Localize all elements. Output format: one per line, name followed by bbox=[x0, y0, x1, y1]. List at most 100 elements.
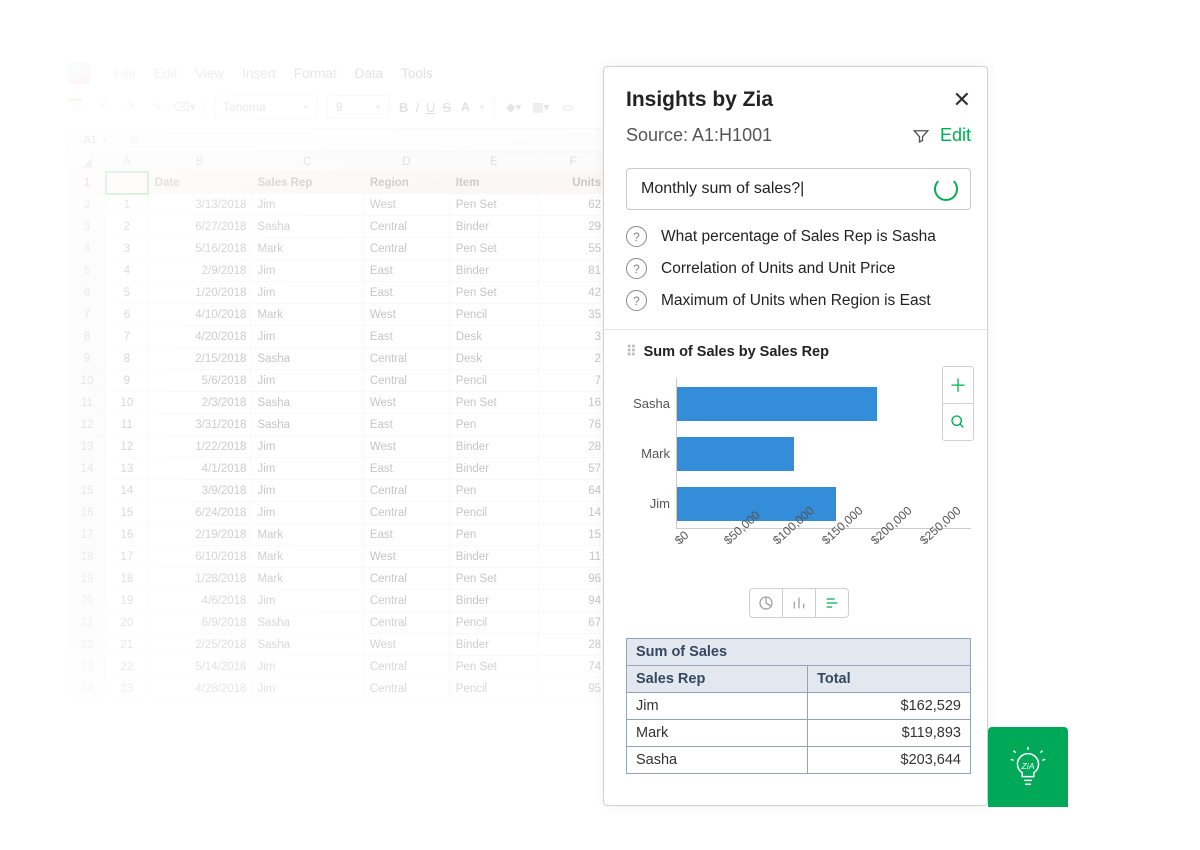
cell[interactable]: Pen Set bbox=[449, 282, 538, 304]
row-header[interactable]: 19 bbox=[69, 568, 106, 590]
cell[interactable]: Sasha bbox=[251, 612, 363, 634]
cell[interactable]: Central bbox=[363, 348, 449, 370]
cell[interactable]: East bbox=[363, 524, 449, 546]
row-header[interactable]: 13 bbox=[69, 436, 106, 458]
cell[interactable]: Jim bbox=[251, 370, 363, 392]
cell[interactable]: 20 bbox=[106, 612, 149, 634]
cell[interactable]: 2/9/2018 bbox=[148, 260, 251, 282]
cell[interactable]: 96 bbox=[538, 568, 607, 590]
cell[interactable]: 6/9/2018 bbox=[148, 612, 251, 634]
col-header[interactable]: D bbox=[363, 153, 449, 172]
col-header[interactable]: F bbox=[538, 153, 607, 172]
cell[interactable]: 1/28/2018 bbox=[148, 568, 251, 590]
cell[interactable]: Mark bbox=[251, 524, 363, 546]
cell[interactable]: 2/25/2018 bbox=[148, 634, 251, 656]
cell[interactable]: Jim bbox=[251, 656, 363, 678]
row-header[interactable]: 22 bbox=[69, 634, 106, 656]
italic-button[interactable]: I bbox=[415, 100, 419, 115]
cell[interactable]: 17 bbox=[106, 546, 149, 568]
row-header[interactable]: 14 bbox=[69, 458, 106, 480]
cell[interactable]: 5 bbox=[106, 282, 149, 304]
format-painter-icon[interactable]: ✎ bbox=[149, 99, 166, 116]
row-header[interactable]: 17 bbox=[69, 524, 106, 546]
cell[interactable]: Binder bbox=[449, 546, 538, 568]
text-color-button[interactable]: A bbox=[461, 100, 470, 114]
cell[interactable]: Binder bbox=[449, 436, 538, 458]
cell[interactable]: 4/1/2018 bbox=[148, 458, 251, 480]
cell[interactable]: West bbox=[363, 436, 449, 458]
cell[interactable]: 55 bbox=[538, 238, 607, 260]
cell[interactable]: East bbox=[363, 282, 449, 304]
cell[interactable]: Central bbox=[363, 480, 449, 502]
cell[interactable]: 2 bbox=[106, 216, 149, 238]
column-chart-icon[interactable] bbox=[783, 589, 816, 617]
cell[interactable]: 15 bbox=[106, 502, 149, 524]
cell[interactable]: Item bbox=[449, 172, 538, 194]
strike-button[interactable]: S bbox=[442, 100, 451, 115]
cell[interactable]: 18 bbox=[106, 568, 149, 590]
row-header[interactable]: 2 bbox=[69, 194, 106, 216]
select-all-corner[interactable]: ◢ bbox=[69, 153, 106, 172]
menu-tools[interactable]: Tools bbox=[401, 66, 433, 81]
cell[interactable]: 16 bbox=[106, 524, 149, 546]
cell[interactable]: 3 bbox=[106, 238, 149, 260]
cell[interactable]: 5/16/2018 bbox=[148, 238, 251, 260]
cell[interactable]: Mark bbox=[251, 568, 363, 590]
cell[interactable]: West bbox=[363, 634, 449, 656]
cell[interactable]: Binder bbox=[449, 260, 538, 282]
cell[interactable]: Pen Set bbox=[449, 656, 538, 678]
cell[interactable] bbox=[106, 172, 149, 194]
cell[interactable]: West bbox=[363, 392, 449, 414]
col-header[interactable]: B bbox=[148, 153, 251, 172]
cell[interactable]: Binder bbox=[449, 216, 538, 238]
cell[interactable]: Central bbox=[363, 568, 449, 590]
row-header[interactable]: 23 bbox=[69, 656, 106, 678]
cell[interactable]: Central bbox=[363, 656, 449, 678]
row-header[interactable]: 18 bbox=[69, 546, 106, 568]
cell[interactable]: Sales Rep bbox=[251, 172, 363, 194]
ask-zia-input[interactable] bbox=[626, 168, 971, 210]
fill-color-icon[interactable]: ◆▾ bbox=[505, 99, 522, 116]
cell[interactable]: Binder bbox=[449, 590, 538, 612]
edit-link[interactable]: Edit bbox=[940, 125, 971, 146]
cell[interactable]: Units bbox=[538, 172, 607, 194]
cell[interactable]: Jim bbox=[251, 678, 363, 700]
cell[interactable]: 21 bbox=[106, 634, 149, 656]
cell[interactable]: Jim bbox=[251, 590, 363, 612]
cell[interactable]: 67 bbox=[538, 612, 607, 634]
cell[interactable]: 2/19/2018 bbox=[148, 524, 251, 546]
menu-file[interactable]: File bbox=[114, 66, 136, 81]
cell[interactable]: 7 bbox=[538, 370, 607, 392]
cell[interactable]: 64 bbox=[538, 480, 607, 502]
pie-chart-icon[interactable] bbox=[750, 589, 783, 617]
cell[interactable]: Central bbox=[363, 238, 449, 260]
cell[interactable]: Pencil bbox=[449, 370, 538, 392]
cell[interactable]: 11 bbox=[106, 414, 149, 436]
cell[interactable]: East bbox=[363, 414, 449, 436]
cell[interactable]: 9 bbox=[106, 370, 149, 392]
cell[interactable]: Pen Set bbox=[449, 392, 538, 414]
cell[interactable]: Sasha bbox=[251, 392, 363, 414]
cell[interactable]: 1/20/2018 bbox=[148, 282, 251, 304]
cell[interactable]: 14 bbox=[106, 480, 149, 502]
cell[interactable]: 2/3/2018 bbox=[148, 392, 251, 414]
print-icon[interactable]: ⎙ bbox=[68, 99, 85, 116]
cell[interactable]: Binder bbox=[449, 458, 538, 480]
cell[interactable]: Desk bbox=[449, 348, 538, 370]
cell[interactable]: Central bbox=[363, 612, 449, 634]
cell[interactable]: Jim bbox=[251, 194, 363, 216]
row-header[interactable]: 15 bbox=[69, 480, 106, 502]
cell[interactable]: Date bbox=[148, 172, 251, 194]
merge-icon[interactable]: ▭ bbox=[559, 99, 576, 116]
cell[interactable]: Pen Set bbox=[449, 238, 538, 260]
cell[interactable]: 11 bbox=[538, 546, 607, 568]
cell[interactable]: Pencil bbox=[449, 502, 538, 524]
drag-handle-icon[interactable]: ⠿ bbox=[626, 344, 635, 360]
cell[interactable]: 2 bbox=[538, 348, 607, 370]
cell[interactable]: 19 bbox=[106, 590, 149, 612]
cell[interactable]: Desk bbox=[449, 326, 538, 348]
underline-button[interactable]: U bbox=[426, 100, 435, 115]
cell[interactable]: Jim bbox=[251, 282, 363, 304]
cell[interactable]: Jim bbox=[251, 502, 363, 524]
row-header[interactable]: 7 bbox=[69, 304, 106, 326]
